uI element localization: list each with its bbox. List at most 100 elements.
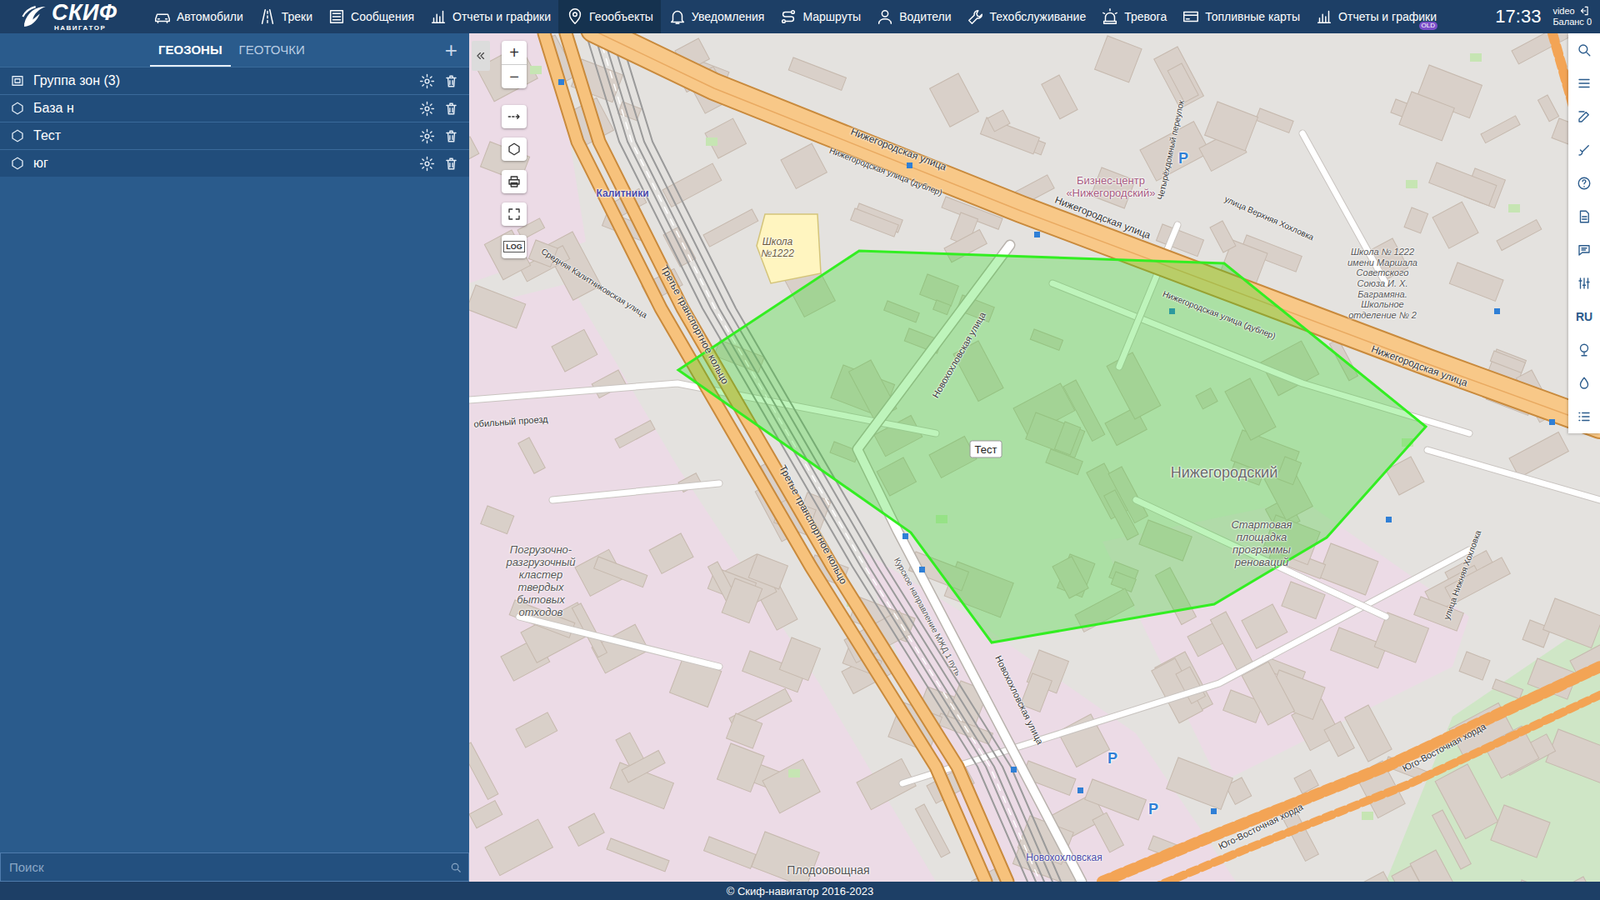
polygon-icon [10,155,25,171]
measure-button[interactable] [501,105,527,129]
edit-icon [1576,109,1592,125]
gear-icon[interactable] [419,155,435,172]
tab[interactable]: ГЕОТОЧКИ [230,33,314,67]
menu-item[interactable]: Сообщения [320,0,422,34]
menu-item[interactable]: Автомобили [145,0,251,34]
menu-item[interactable]: Водители [868,0,959,34]
gear-icon[interactable] [419,73,435,90]
geozone-label[interactable]: Тест [970,440,1003,459]
sidebar-spacer [0,176,470,853]
top-nav-bar: СКИФНАВИГАТОРАвтомобили Треки Сообщения Отч… [0,0,1600,34]
dashed-arrow-icon [506,109,522,125]
map-label: Калитники [595,188,649,200]
menu-item[interactable]: Отчеты и графикиOLD [1307,0,1445,34]
geozone-name: База н [33,100,411,116]
geozone-row[interactable]: юг [0,149,470,177]
map-label: P [1148,800,1159,819]
sliders-icon [1576,275,1592,291]
chat-icon [1576,242,1592,258]
toolbar-button[interactable] [1568,200,1600,234]
logo-emblem-icon [20,2,49,31]
collapse-sidebar-button[interactable] [471,40,490,71]
menu-icon [1576,75,1592,91]
menu-label: Водители [899,10,951,24]
search-bar [0,852,470,882]
toolbar-button[interactable] [1568,166,1600,200]
map-tool [501,170,527,194]
toolbar-button[interactable] [1568,33,1600,67]
draw-polygon-button[interactable] [501,137,527,161]
list-icon [1576,409,1592,425]
row-actions [419,128,460,145]
log-button[interactable]: LOG [501,235,527,259]
header-right: 17:33videoБаланс 0 [1495,0,1600,34]
map[interactable]: Нижегородская улицаНижегородская улица (… [469,33,1600,882]
zoom-out-button[interactable]: − [501,64,527,89]
toolbar-button[interactable] [1568,266,1600,300]
toolbar-button[interactable] [1568,100,1600,134]
menu-label: Техобслуживание [990,10,1087,24]
gear-icon[interactable] [419,100,435,117]
pin-icon [565,7,585,26]
toolbar-button[interactable] [1568,333,1600,367]
menu-item[interactable]: Треки [250,0,320,34]
menu-item[interactable]: Топливные карты [1174,0,1308,34]
trash-icon[interactable] [443,100,460,117]
trash-icon[interactable] [443,128,460,145]
toolbar-button[interactable] [1568,233,1600,267]
clock: 17:33 [1495,5,1541,28]
print-button[interactable] [501,170,527,194]
tab-bar: ГЕОЗОНЫГЕОТОЧКИ + [0,33,470,67]
route-icon [779,7,798,26]
geozone-row[interactable]: Группа зон (3) [0,66,470,95]
driver-icon [875,7,895,26]
globe-icon [1576,342,1592,358]
trash-icon[interactable] [443,73,460,90]
map-label: Школа № 1222 имени Маршала Советского Со… [1343,246,1423,320]
fullscreen-button[interactable] [501,202,527,226]
menu-item[interactable]: Отчеты и графики [421,0,559,34]
main-area: ГЕОЗОНЫГЕОТОЧКИ+Группа зон (3)База нТест… [0,33,1600,882]
language-button[interactable]: RU [1568,300,1600,334]
menu-item[interactable]: Геообъекты [558,0,661,34]
tab[interactable]: ГЕОЗОНЫ [150,33,231,67]
zoom-in-button[interactable]: + [501,40,527,65]
geozone-polygon[interactable] [678,250,1426,643]
toolbar-button[interactable] [1568,133,1600,167]
geozone-row[interactable]: База н [0,94,470,122]
search-input[interactable] [7,859,450,875]
trash-icon[interactable] [443,155,460,172]
add-button[interactable]: + [445,33,458,67]
toolbar-button[interactable] [1568,400,1600,434]
chart-icon [429,7,448,26]
menu-label: Отчеты и графики [452,10,551,24]
menu-item[interactable]: Тревога [1093,0,1175,34]
menu-label: Маршруты [802,10,861,24]
map-tool: LOG [501,235,527,259]
map-label: Новохохловская [1025,852,1102,865]
map-tool [501,202,527,226]
menu-item[interactable]: Уведомления [660,0,773,34]
toolbar-button[interactable] [1568,66,1600,100]
fuel-card-icon [1181,7,1200,26]
printer-icon [506,174,522,190]
group-icon [10,73,25,89]
road-icon [258,7,277,26]
menu-label: Треки [281,10,313,24]
app-logo[interactable]: СКИФНАВИГАТОР [0,0,146,34]
menu-item[interactable]: Техобслуживание [959,0,1095,34]
balance: Баланс 0 [1552,16,1592,28]
right-toolbar: RU [1568,33,1600,434]
search-icon [1576,42,1592,58]
gear-icon[interactable] [419,128,435,145]
row-actions [419,155,460,172]
map-label: P [1178,150,1189,168]
logout-icon[interactable] [1578,5,1590,17]
alarm-icon [1100,7,1120,26]
row-actions [419,73,460,90]
menu-item[interactable]: Маршруты [771,0,869,34]
menu-label: Тревога [1124,10,1167,24]
toolbar-button[interactable] [1568,366,1600,400]
geozone-row[interactable]: Тест [0,121,470,150]
row-actions [419,100,460,117]
